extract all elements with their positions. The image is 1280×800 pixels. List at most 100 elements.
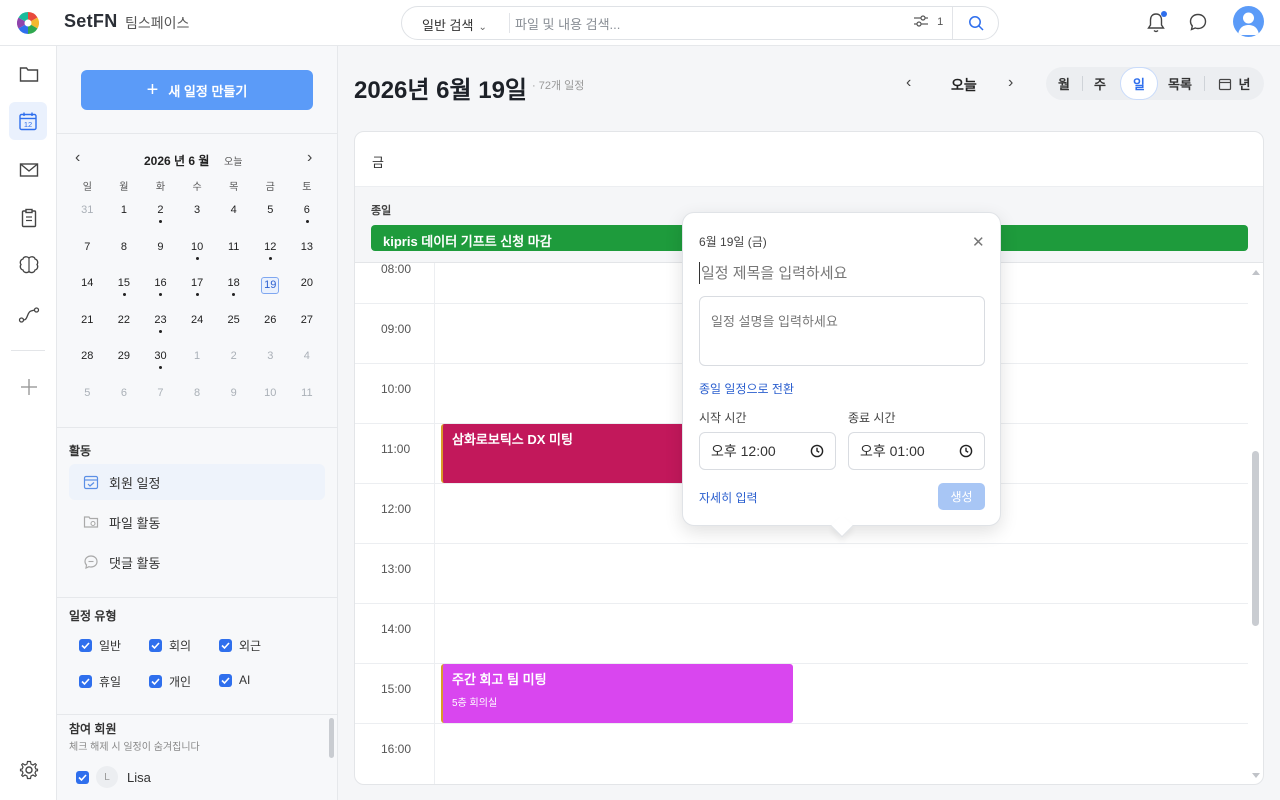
mini-calendar-day[interactable]: 11 [289, 381, 326, 418]
hour-row[interactable]: 16:00 [355, 723, 1248, 783]
rail-workflow[interactable] [14, 300, 44, 330]
type-checkbox-general[interactable]: 일반 [79, 637, 121, 654]
create-button[interactable]: 생성 [938, 483, 985, 510]
mini-calendar-day[interactable]: 7 [142, 381, 179, 418]
close-icon[interactable]: ✕ [972, 233, 985, 251]
mini-calendar-day[interactable]: 16 [142, 271, 179, 308]
view-month-button[interactable]: 월 [1051, 67, 1077, 100]
search-button[interactable] [952, 7, 999, 39]
start-time-input[interactable]: 오후 12:00 [699, 432, 836, 470]
rail-ai[interactable] [14, 250, 44, 280]
rail-add[interactable] [14, 372, 44, 402]
mini-calendar-day[interactable]: 10 [252, 381, 289, 418]
mini-calendar-day[interactable]: 31 [69, 198, 106, 235]
rail-calendar[interactable]: 12 [9, 102, 47, 140]
end-time-input[interactable]: 오후 01:00 [848, 432, 985, 470]
chevron-left-icon[interactable]: ‹ [906, 74, 911, 92]
workspace-name[interactable]: 팀스페이스 [125, 13, 189, 33]
mini-calendar-day[interactable]: 26 [252, 308, 289, 345]
today-button[interactable]: 오늘 [951, 75, 977, 95]
member-checkbox[interactable] [76, 770, 89, 784]
mini-calendar-day[interactable]: 8 [106, 235, 143, 272]
brand-name[interactable]: SetFN [64, 11, 118, 32]
search-filter-button[interactable]: 1 [914, 15, 943, 28]
view-week-button[interactable]: 주 [1087, 67, 1113, 100]
mini-calendar-day[interactable]: 12 [252, 235, 289, 272]
mini-calendar-day[interactable]: 28 [69, 344, 106, 381]
mini-calendar-day[interactable]: 21 [69, 308, 106, 345]
mini-calendar-day-today[interactable]: 19 [252, 271, 289, 308]
mini-calendar-day[interactable]: 29 [106, 344, 143, 381]
rail-tasks[interactable] [14, 203, 44, 233]
activity-file[interactable]: 파일 활동 [69, 504, 325, 540]
mini-calendar-day[interactable]: 6 [289, 198, 326, 235]
mini-calendar-day[interactable]: 4 [215, 198, 252, 235]
app-logo-icon[interactable] [17, 12, 39, 34]
mini-calendar-day[interactable]: 24 [179, 308, 216, 345]
mini-calendar-day[interactable]: 7 [69, 235, 106, 272]
event-description-input[interactable] [699, 296, 985, 366]
mini-calendar-day[interactable]: 25 [215, 308, 252, 345]
rail-files[interactable] [14, 59, 44, 89]
mini-calendar-day[interactable]: 10 [179, 235, 216, 272]
view-year-button[interactable]: 년 [1212, 67, 1256, 100]
mini-calendar-day[interactable]: 9 [142, 235, 179, 272]
mini-calendar-day[interactable]: 2 [215, 344, 252, 381]
sidebar-scrollbar[interactable] [329, 718, 334, 758]
clock-icon[interactable] [810, 444, 824, 458]
new-event-button[interactable]: + 새 일정 만들기 [81, 70, 313, 110]
mini-calendar-day[interactable]: 1 [179, 344, 216, 381]
mini-calendar-day[interactable]: 17 [179, 271, 216, 308]
mini-calendar-day[interactable]: 14 [69, 271, 106, 308]
activity-comment[interactable]: 댓글 활동 [69, 544, 325, 580]
search-mode-dropdown[interactable]: 일반 검색 ⌄ [422, 15, 487, 34]
mini-calendar-day[interactable]: 11 [215, 235, 252, 272]
detail-input-link[interactable]: 자세히 입력 [699, 489, 758, 506]
search-input[interactable] [515, 13, 895, 35]
calendar-scrollbar[interactable] [1251, 263, 1263, 784]
mini-calendar-day[interactable]: 20 [289, 271, 326, 308]
mini-calendar-today-button[interactable]: 오늘 [224, 153, 242, 168]
notification-button[interactable] [1146, 11, 1168, 34]
view-list-button[interactable]: 목록 [1162, 67, 1198, 100]
mini-calendar-day[interactable]: 15 [106, 271, 143, 308]
type-checkbox-outside[interactable]: 외근 [219, 637, 261, 654]
mini-calendar-day[interactable]: 27 [289, 308, 326, 345]
hour-row[interactable]: 14:00 [355, 603, 1248, 663]
mini-calendar-day[interactable]: 3 [252, 344, 289, 381]
mini-calendar-day[interactable]: 22 [106, 308, 143, 345]
rail-mail[interactable] [14, 155, 44, 185]
scroll-thumb[interactable] [1252, 451, 1259, 626]
chevron-left-icon[interactable]: ‹ [75, 149, 80, 167]
member-checkbox-row[interactable]: L Lisa [76, 766, 151, 788]
chevron-right-icon[interactable]: › [307, 149, 312, 167]
mini-calendar-day[interactable]: 2 [142, 198, 179, 235]
activity-member-schedule[interactable]: 회원 일정 [69, 464, 325, 500]
chevron-right-icon[interactable]: › [1008, 74, 1013, 92]
mini-calendar-day[interactable]: 5 [252, 198, 289, 235]
all-day-toggle-link[interactable]: 종일 일정으로 전환 [699, 380, 794, 397]
rail-settings[interactable] [14, 755, 44, 785]
user-avatar[interactable] [1233, 6, 1264, 37]
type-checkbox-personal[interactable]: 개인 [149, 673, 191, 690]
hour-row[interactable]: 13:00 [355, 543, 1248, 603]
mini-calendar-day[interactable]: 30 [142, 344, 179, 381]
mini-calendar-day[interactable]: 9 [215, 381, 252, 418]
mini-calendar-day[interactable]: 6 [106, 381, 143, 418]
mini-calendar-day[interactable]: 18 [215, 271, 252, 308]
event-title-input[interactable] [699, 262, 985, 284]
mini-calendar-day[interactable]: 3 [179, 198, 216, 235]
mini-calendar-day[interactable]: 4 [289, 344, 326, 381]
type-checkbox-ai[interactable]: AI [219, 673, 250, 687]
view-day-button[interactable]: 일 [1120, 67, 1158, 100]
messages-button[interactable] [1188, 12, 1210, 34]
timed-event[interactable]: 주간 회고 팀 미팅 5층 회의실 [441, 664, 793, 723]
mini-calendar-day[interactable]: 23 [142, 308, 179, 345]
mini-calendar-day[interactable]: 13 [289, 235, 326, 272]
mini-calendar-day[interactable]: 1 [106, 198, 143, 235]
mini-calendar-day[interactable]: 8 [179, 381, 216, 418]
clock-icon[interactable] [959, 444, 973, 458]
mini-calendar-day[interactable]: 5 [69, 381, 106, 418]
type-checkbox-meeting[interactable]: 회의 [149, 637, 191, 654]
type-checkbox-holiday[interactable]: 휴일 [79, 673, 121, 690]
